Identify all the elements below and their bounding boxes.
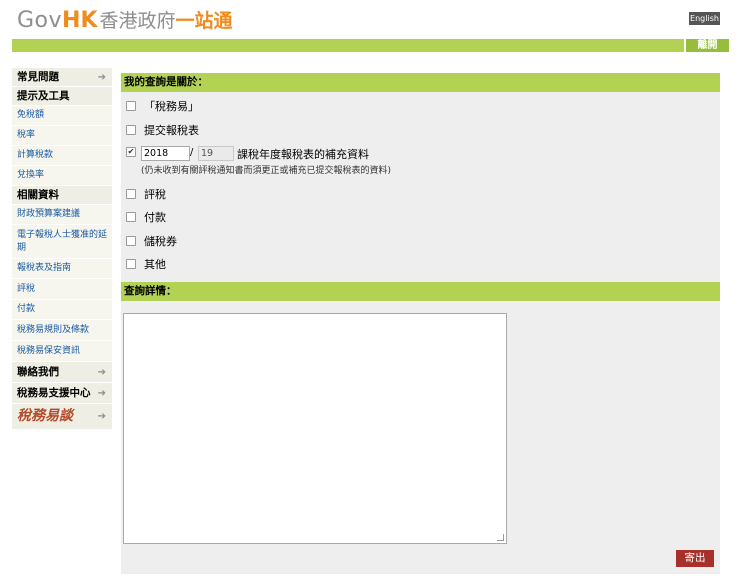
year-of-assessment-label: 課稅年度報稅表的補充資料 [237,148,369,161]
logo-gov-text: Gov [17,8,63,33]
sidebar-item-label: 電子報稅人士獲准的延期 [17,229,108,253]
sidebar-item-budget-proposals[interactable]: 財政預算案建議 [12,205,112,225]
sidebar-item-tax-calculator[interactable]: 計算稅款 [12,146,112,166]
option-label: 其他 [144,258,166,271]
sidebar-item-etax-talk[interactable]: 稅務易談 ➔ [12,404,112,430]
sidebar-item-label: 評稅 [17,283,36,294]
sidebar-item-label: 免稅額 [17,110,45,120]
option-submit-return[interactable]: 提交報稅表 [126,122,199,138]
option-label: 評稅 [144,188,166,201]
option-label: 儲稅券 [144,235,177,248]
arrow-right-icon: ➔ [97,366,106,378]
option-assessment[interactable]: 評稅 [126,186,166,202]
option-etax[interactable]: 「稅務易」 [126,98,199,114]
year-of-assessment-note: (仍未收到有關評稅通知書而須更正或補充已提交報稅表的資料) [141,166,392,176]
sidebar-item-assessment[interactable]: 評稅 [12,279,112,300]
send-button[interactable]: 寄出 [676,550,714,567]
sidebar-item-faq[interactable]: 常見問題 ➔ [12,68,112,87]
checkbox-tax-reserve-certificate[interactable] [126,236,136,246]
sidebar-item-label: 稅務易規則及條款 [17,324,90,335]
sidebar-item-efiling-extension[interactable]: 電子報稅人士獲准的延期 [12,225,112,259]
sidebar-item-label: 兌換率 [17,170,45,180]
logo-hk-text: HK [62,8,98,33]
checkbox-assessment[interactable] [126,189,136,199]
sidebar-item-returns-guides[interactable]: 報稅表及指南 [12,259,112,279]
sidebar-item-label: 稅務易保安資訊 [17,345,81,356]
checkbox-submit-return[interactable] [126,125,136,135]
sidebar-item-label: 提示及工具 [17,89,70,102]
sidebar-item-allowances[interactable]: 免稅額 [12,106,112,126]
checkbox-supplementary-info[interactable]: ✔ [126,147,136,157]
resize-handle-icon[interactable] [497,534,504,541]
arrow-right-icon: ➔ [97,71,106,83]
sidebar-item-tax-rates[interactable]: 稅率 [12,126,112,146]
logo-zh-highlight-text: 一站通 [175,10,233,32]
sidebar-item-support-centre[interactable]: 稅務易支援中心 ➔ [12,383,112,404]
sidebar-item-tips-tools[interactable]: 提示及工具 [12,87,112,106]
option-label: 付款 [144,211,166,224]
year-separator: / [190,147,194,158]
sidebar-item-contact-us[interactable]: 聯絡我們 ➔ [12,362,112,383]
checkbox-others[interactable] [126,259,136,269]
sidebar-item-label: 相關資料 [17,188,59,201]
year-of-assessment-input[interactable]: 2018 [141,146,190,161]
sidebar-item-label: 計算稅款 [17,150,54,160]
leave-button[interactable]: 離開 [684,39,729,52]
sidebar-item-label: 報稅表及指南 [17,263,72,273]
checkbox-etax[interactable] [126,101,136,111]
govhk-logo[interactable]: Gov HK 香港政府 一站通 [17,6,233,34]
sidebar-item-terms[interactable]: 稅務易規則及條款 [12,320,112,341]
option-label: 「稅務易」 [144,100,199,113]
sidebar-item-security-info[interactable]: 稅務易保安資訊 [12,341,112,362]
arrow-right-icon: ➔ [97,387,106,399]
sidebar-item-label: 稅率 [17,130,36,140]
option-tax-reserve-certificate[interactable]: 儲稅券 [126,233,177,249]
sidebar-item-label: 財政預算案建議 [17,209,81,219]
english-language-button[interactable]: English [689,12,720,25]
enquiry-details-header: 查詢詳情： [121,282,720,301]
option-payment[interactable]: 付款 [126,209,166,225]
logo-zh-text: 香港政府 [99,10,176,32]
sidebar-item-related-info[interactable]: 相關資料 [12,186,112,205]
arrow-right-icon: ➔ [97,411,106,422]
option-others[interactable]: 其他 [126,256,166,272]
enquiry-topic-header: 我的查詢是關於： [121,73,720,92]
sidebar-item-exchange-rates[interactable]: 兌換率 [12,166,112,186]
year-of-assessment-end-field: 19 [198,146,234,161]
etax-talk-logo: 稅務易談 [17,408,73,424]
top-green-bar [12,39,727,52]
sidebar-item-label: 付款 [17,304,36,314]
sidebar-item-label: 聯絡我們 [17,365,59,378]
sidebar-item-label: 常見問題 [17,70,59,83]
enquiry-details-textarea[interactable] [123,313,507,544]
option-label: 提交報稅表 [144,124,199,137]
checkbox-payment[interactable] [126,212,136,222]
sidebar-item-label: 稅務易支援中心 [17,386,91,399]
sidebar: 常見問題 ➔ 提示及工具 免稅額 稅率 計算稅款 兌換率 相關資料 財政預算案建… [12,68,112,430]
sidebar-item-payment[interactable]: 付款 [12,300,112,320]
